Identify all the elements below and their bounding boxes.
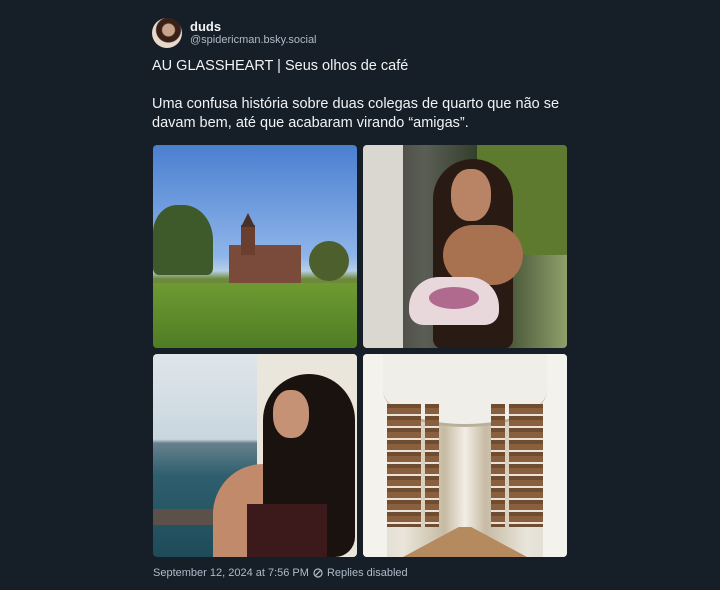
post-image-campus[interactable] xyxy=(153,145,357,348)
replies-status: Replies disabled xyxy=(326,567,408,579)
post-image-water-portrait[interactable] xyxy=(153,354,357,557)
image-grid xyxy=(153,145,567,557)
author-names: duds @spidericman.bsky.social xyxy=(190,19,317,48)
post-text: AU GLASSHEART | Seus olhos de café Uma c… xyxy=(152,58,560,131)
timestamp[interactable]: September 12, 2024 at 7:56 PM xyxy=(153,567,309,579)
handle[interactable]: @spidericman.bsky.social xyxy=(190,34,317,47)
display-name[interactable]: duds xyxy=(190,19,317,35)
post-author[interactable]: duds @spidericman.bsky.social xyxy=(152,17,568,49)
post: duds @spidericman.bsky.social AU GLASSHE… xyxy=(152,17,568,133)
post-image-library[interactable] xyxy=(363,354,567,557)
post-image-street-portrait[interactable] xyxy=(363,145,567,348)
avatar[interactable] xyxy=(152,18,182,48)
nope-icon xyxy=(313,568,323,578)
post-meta: September 12, 2024 at 7:56 PM Replies di… xyxy=(153,567,408,579)
